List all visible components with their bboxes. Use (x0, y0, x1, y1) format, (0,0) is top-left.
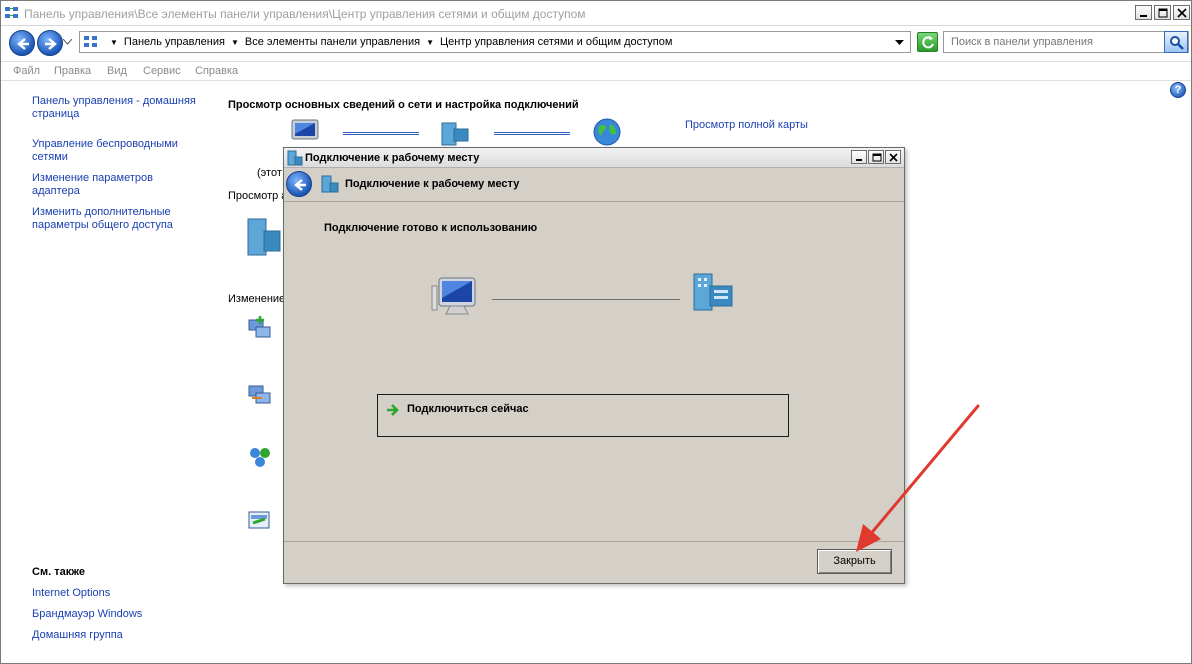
sidebar-link-adapter[interactable]: Изменение параметров адаптера (32, 172, 172, 198)
dialog-title: Подключение к рабочему месту (305, 152, 480, 164)
minimize-icon (1140, 15, 1147, 17)
see-also-internet-options[interactable]: Internet Options (32, 587, 110, 600)
forward-arrow-icon (45, 38, 57, 50)
menu-tools[interactable]: Сервис (143, 65, 181, 77)
dialog-body: Подключение готово к использованию Подкл… (284, 202, 904, 542)
refresh-icon (922, 36, 934, 49)
vpn-building-icon (321, 175, 339, 193)
breadcrumb-control-panel[interactable]: Панель управления (124, 36, 225, 48)
back-arrow-icon (17, 38, 29, 50)
breadcrumb-separator-icon[interactable]: ▼ (231, 38, 239, 50)
close-button[interactable] (1173, 5, 1190, 20)
forward-button[interactable] (37, 30, 63, 56)
partial-change-settings-label: Изменение (228, 293, 286, 305)
close-icon (1177, 8, 1187, 18)
vpn-building-icon (287, 150, 303, 166)
back-button[interactable] (9, 30, 35, 56)
control-panel-icon (84, 36, 97, 47)
address-dropdown-icon[interactable] (895, 40, 904, 46)
workplace-network-icon (693, 273, 733, 311)
refresh-button[interactable] (917, 32, 938, 52)
connection-line (492, 299, 680, 300)
internet-globe-icon (593, 118, 621, 146)
menu-view[interactable]: Вид (107, 65, 127, 77)
network-connection-line (343, 132, 419, 135)
connect-now-option[interactable]: Подключиться сейчас (377, 394, 789, 437)
control-panel-icon (5, 7, 18, 18)
dialog-minimize-button[interactable] (851, 150, 867, 164)
window-title: Панель управления\Все элементы панели уп… (24, 7, 586, 21)
new-connection-icon[interactable] (247, 315, 273, 339)
partial-view-active-label: Просмотр а (228, 190, 288, 202)
maximize-icon (1158, 8, 1168, 18)
connect-now-label: Подключиться сейчас (407, 403, 529, 415)
window-caption-buttons (1135, 5, 1190, 20)
sidebar-link-home[interactable]: Панель управления - домашняя страница (32, 95, 202, 121)
network-icon (441, 122, 469, 146)
menu-file[interactable]: Файл (13, 65, 40, 77)
back-arrow-icon (294, 179, 306, 191)
see-also-homegroup[interactable]: Домашняя группа (32, 629, 123, 642)
computer-icon (291, 119, 319, 140)
dialog-maximize-button[interactable] (868, 150, 884, 164)
search-button[interactable] (1164, 31, 1188, 53)
dialog-close-button[interactable] (885, 150, 901, 164)
green-arrow-icon (387, 404, 399, 416)
breadcrumb-network-center[interactable]: Центр управления сетями и общим доступом (440, 36, 672, 48)
breadcrumb: ▼ Панель управления ▼ Все элементы панел… (104, 36, 672, 48)
address-bar[interactable]: ▼ Панель управления ▼ Все элементы панел… (79, 31, 911, 53)
sidebar-link-sharing[interactable]: Изменить дополнительные параметры общего… (32, 206, 192, 232)
history-dropdown-icon[interactable] (63, 39, 72, 45)
page-title: Просмотр основных сведений о сети и наст… (228, 99, 579, 111)
help-icon[interactable]: ? (1170, 82, 1186, 98)
dialog-header: Подключение к рабочему месту (284, 169, 904, 202)
internet-connection-line (494, 132, 570, 135)
close-icon (889, 153, 898, 162)
dialog-back-button[interactable] (286, 171, 312, 197)
minimize-button[interactable] (1135, 5, 1152, 20)
troubleshoot-icon[interactable] (247, 509, 273, 533)
title-bar: Панель управления\Все элементы панели уп… (1, 1, 1191, 26)
close-dialog-button[interactable]: Закрыть (817, 549, 892, 574)
maximize-icon (872, 153, 882, 162)
breadcrumb-separator-icon[interactable]: ▼ (110, 38, 118, 50)
connection-ready-message: Подключение готово к использованию (324, 222, 538, 234)
control-panel-window: Панель управления\Все элементы панели уп… (0, 0, 1192, 664)
network-building-icon (247, 218, 281, 256)
see-also-heading: См. также (32, 566, 85, 578)
search-input[interactable] (944, 32, 1166, 52)
connect-to-network-icon[interactable] (247, 381, 273, 405)
maximize-button[interactable] (1154, 5, 1171, 20)
breadcrumb-all-items[interactable]: Все элементы панели управления (245, 36, 420, 48)
search-box (943, 31, 1189, 53)
dialog-caption-buttons (851, 150, 901, 164)
breadcrumb-separator-icon[interactable]: ▼ (426, 38, 434, 50)
menu-edit[interactable]: Правка (54, 65, 91, 77)
navigation-bar: ▼ Панель управления ▼ Все элементы панел… (1, 27, 1191, 59)
partial-this-computer-label: (этот (257, 167, 282, 179)
dialog-header-title: Подключение к рабочему месту (345, 178, 520, 190)
view-full-map-link[interactable]: Просмотр полной карты (685, 119, 808, 131)
menu-bar: Файл Правка Вид Сервис Справка (1, 61, 1191, 81)
sidebar-link-wireless[interactable]: Управление беспроводными сетями (32, 138, 192, 164)
computer-icon (431, 277, 476, 315)
homegroup-icon[interactable] (247, 445, 273, 469)
search-icon (1170, 36, 1184, 50)
workplace-connection-dialog: Подключение к рабочему месту Подключение… (283, 147, 905, 584)
minimize-icon (856, 159, 862, 161)
dialog-title-bar: Подключение к рабочему месту (284, 148, 904, 168)
menu-help[interactable]: Справка (195, 65, 238, 77)
see-also-firewall[interactable]: Брандмауэр Windows (32, 608, 142, 621)
